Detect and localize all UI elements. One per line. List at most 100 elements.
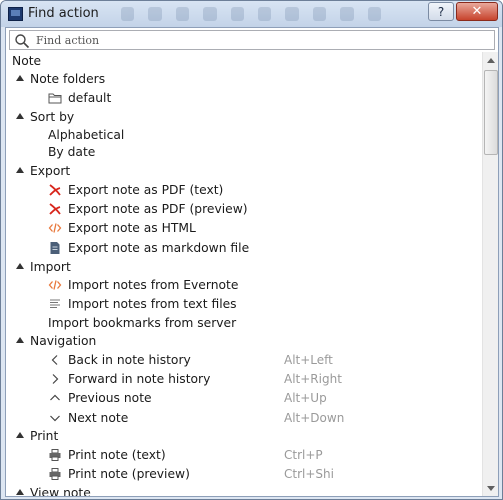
document-icon — [50, 242, 60, 254]
group-label: View note — [30, 486, 91, 496]
expanded-caret-icon[interactable] — [16, 263, 24, 269]
action-sort-by-date[interactable]: By date — [6, 143, 482, 161]
group-view-note[interactable]: View note — [6, 484, 482, 496]
ghost-icon — [148, 7, 162, 21]
group-print[interactable]: Print — [6, 427, 482, 445]
action-nav-previous[interactable]: Previous note Alt+Up — [6, 389, 482, 407]
action-label: Import bookmarks from server — [48, 316, 237, 330]
help-button[interactable]: ? — [428, 2, 454, 21]
ghost-icon — [340, 7, 354, 21]
group-import[interactable]: Import — [6, 258, 482, 276]
action-import-evernote[interactable]: Import notes from Evernote — [6, 276, 482, 294]
chevron-left-icon — [51, 355, 58, 365]
shortcut-label: Ctrl+Shi — [284, 467, 334, 481]
group-navigation[interactable]: Navigation — [6, 332, 482, 350]
app-icon — [8, 7, 23, 21]
expanded-caret-icon[interactable] — [16, 75, 24, 81]
ghost-icon — [121, 7, 135, 21]
ghost-icon — [258, 7, 272, 21]
printer-icon — [49, 468, 61, 480]
group-sort-by[interactable]: Sort by — [6, 108, 482, 126]
scroll-down-arrow-icon[interactable] — [483, 480, 499, 496]
action-label: By date — [48, 145, 96, 159]
chevron-down-icon — [50, 415, 60, 422]
ghost-icon — [367, 7, 382, 21]
action-print-text[interactable]: Print note (text) Ctrl+P — [6, 446, 482, 464]
expanded-caret-icon[interactable] — [16, 167, 24, 173]
action-label: Print note (text) — [68, 448, 166, 462]
action-export-html[interactable]: Export note as HTML — [6, 219, 482, 237]
action-label: Import notes from Evernote — [68, 278, 239, 292]
group-label: Print — [30, 429, 59, 443]
shortcut-label: Alt+Up — [284, 391, 327, 405]
tree-root-note: Note — [6, 52, 482, 70]
action-label: Export note as markdown file — [68, 241, 250, 255]
action-label: Print note (preview) — [68, 467, 190, 481]
chevron-right-icon — [52, 374, 59, 384]
scrollbar-thumb[interactable] — [484, 70, 498, 155]
action-label: Previous note — [68, 391, 152, 405]
folder-icon — [48, 93, 62, 104]
vertical-scrollbar[interactable] — [482, 52, 498, 496]
action-import-text-files[interactable]: Import notes from text files — [6, 295, 482, 313]
shortcut-label: Alt+Left — [284, 353, 333, 367]
shortcut-label: Alt+Down — [284, 411, 345, 425]
action-label: default — [68, 91, 112, 105]
ghost-icon — [203, 7, 217, 21]
window-title: Find action — [28, 6, 99, 21]
expanded-caret-icon[interactable] — [16, 432, 24, 438]
dialog-content: Note Note folders default Sort by Alphab… — [5, 27, 499, 497]
action-nav-next[interactable]: Next note Alt+Down — [6, 409, 482, 427]
chevron-up-icon — [50, 394, 60, 401]
code-icon — [48, 280, 62, 290]
group-label: Import — [30, 260, 71, 274]
action-label: Back in note history — [68, 353, 191, 367]
find-action-window: Find action ? ✕ Note Note folders — [0, 0, 503, 500]
action-label: Forward in note history — [68, 372, 211, 386]
pdf-icon — [49, 203, 61, 215]
group-label: Sort by — [30, 110, 75, 124]
action-label: Export note as PDF (preview) — [68, 202, 248, 216]
action-print-preview[interactable]: Print note (preview) Ctrl+Shi — [6, 465, 482, 483]
background-toolbar-ghost — [121, 4, 382, 24]
group-label: Navigation — [30, 334, 97, 348]
group-label: Export — [30, 164, 71, 178]
expanded-caret-icon[interactable] — [16, 113, 24, 119]
action-label: Import notes from text files — [68, 297, 237, 311]
search-icon — [15, 34, 30, 49]
expanded-caret-icon[interactable] — [16, 489, 24, 495]
action-tree[interactable]: Note Note folders default Sort by Alphab… — [6, 52, 482, 496]
action-export-pdf-text[interactable]: Export note as PDF (text) — [6, 181, 482, 199]
title-bar[interactable]: Find action ? ✕ — [1, 1, 502, 27]
group-export[interactable]: Export — [6, 162, 482, 180]
expanded-caret-icon[interactable] — [16, 337, 24, 343]
group-label: Note folders — [30, 72, 106, 86]
group-note-folders[interactable]: Note folders — [6, 70, 482, 88]
close-button[interactable]: ✕ — [456, 2, 498, 21]
search-input[interactable] — [36, 32, 476, 48]
action-import-bookmarks[interactable]: Import bookmarks from server — [6, 314, 482, 332]
action-nav-forward[interactable]: Forward in note history Alt+Right — [6, 370, 482, 388]
action-sort-alphabetical[interactable]: Alphabetical — [6, 126, 482, 144]
search-box[interactable] — [9, 30, 495, 50]
action-folder-default[interactable]: default — [6, 89, 482, 107]
scroll-up-arrow-icon[interactable] — [483, 52, 499, 68]
tree-root-label: Note — [12, 54, 42, 68]
code-icon — [48, 223, 62, 233]
action-nav-back[interactable]: Back in note history Alt+Left — [6, 351, 482, 369]
action-label: Export note as HTML — [68, 221, 196, 235]
ghost-icon — [285, 7, 299, 21]
pdf-icon — [49, 184, 61, 196]
shortcut-label: Alt+Right — [284, 372, 342, 386]
action-export-pdf-preview[interactable]: Export note as PDF (preview) — [6, 200, 482, 218]
ghost-icon — [312, 7, 327, 21]
action-label: Alphabetical — [48, 128, 125, 142]
ghost-icon — [175, 7, 190, 21]
shortcut-label: Ctrl+P — [284, 448, 323, 462]
action-label: Next note — [68, 411, 129, 425]
printer-icon — [49, 449, 61, 461]
action-label: Export note as PDF (text) — [68, 183, 224, 197]
text-lines-icon — [50, 299, 60, 308]
action-export-markdown[interactable]: Export note as markdown file — [6, 239, 482, 257]
ghost-icon — [230, 7, 245, 21]
